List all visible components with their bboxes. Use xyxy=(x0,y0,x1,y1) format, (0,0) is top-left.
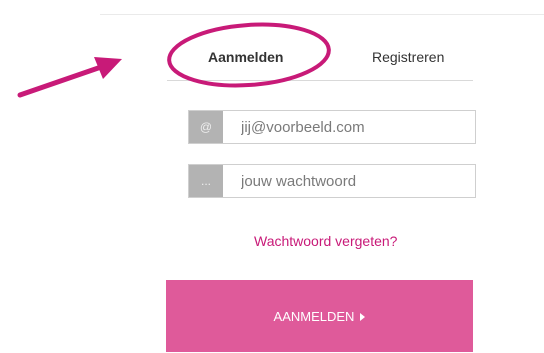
password-field: ... xyxy=(188,164,476,198)
tab-login[interactable]: Aanmelden xyxy=(208,49,283,65)
login-submit-button[interactable]: AANMELDEN xyxy=(166,280,473,352)
email-input[interactable] xyxy=(223,111,475,143)
password-input[interactable] xyxy=(223,165,475,197)
login-submit-label: AANMELDEN xyxy=(273,308,355,324)
caret-right-icon xyxy=(360,313,366,322)
at-icon: @ xyxy=(189,111,223,143)
ellipsis-icon: ... xyxy=(189,165,223,197)
email-field: @ xyxy=(188,110,476,144)
forgot-password-link[interactable]: Wachtwoord vergeten? xyxy=(254,233,397,249)
top-divider xyxy=(100,14,544,15)
auth-tabs: Aanmelden Registreren xyxy=(167,44,473,81)
tab-register[interactable]: Registreren xyxy=(372,49,444,65)
